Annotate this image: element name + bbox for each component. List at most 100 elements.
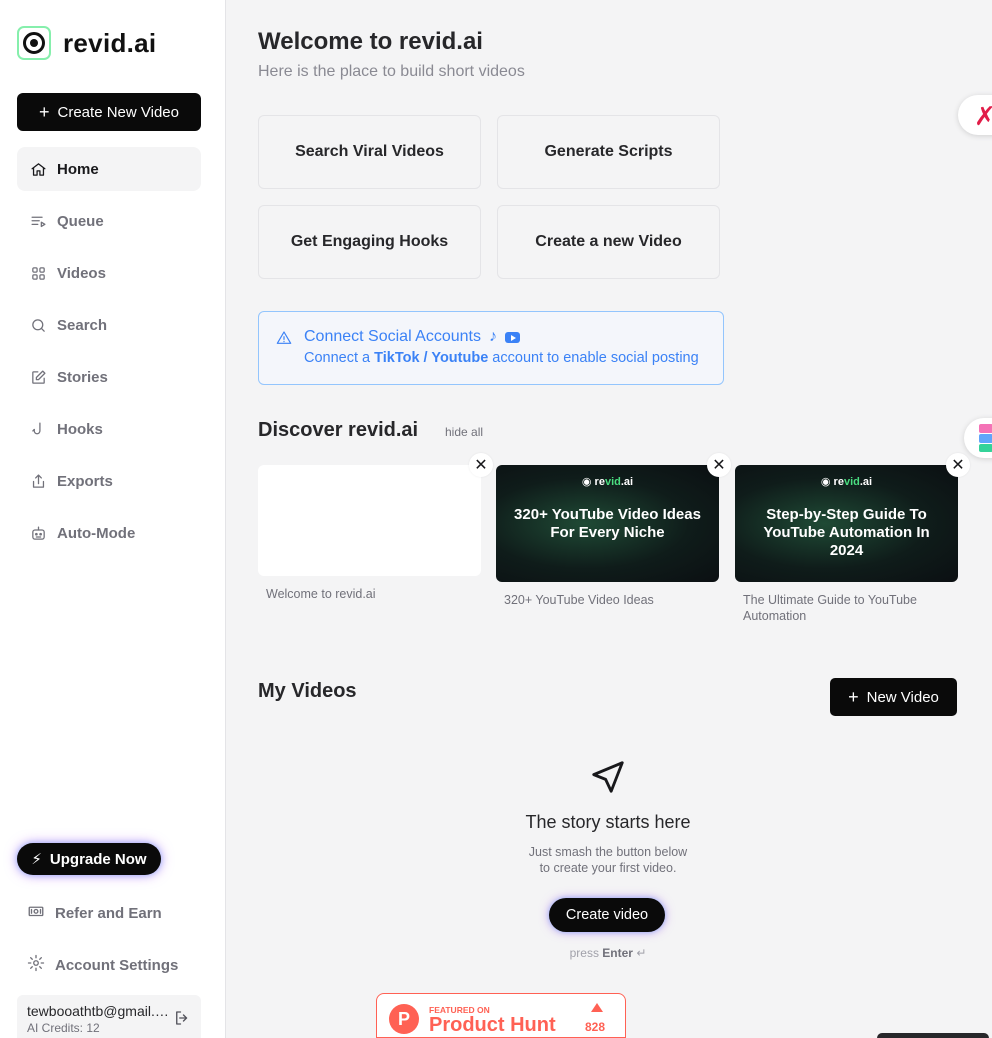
- create-video-button[interactable]: Create video: [549, 898, 665, 932]
- thumbnail-text: 320+ YouTube Video Ideas For Every Niche: [514, 506, 701, 541]
- upvote-count: 828: [585, 1020, 606, 1034]
- thumb-logo-b: vid: [604, 476, 621, 488]
- discover-thumbnail: [258, 465, 481, 576]
- enter-key-label: Enter: [602, 946, 633, 960]
- create-new-video-button[interactable]: + Create New Video: [17, 93, 201, 131]
- thumb-logo-a: re: [833, 476, 844, 488]
- sidebar-item-exports[interactable]: Exports: [17, 459, 201, 503]
- thumbnail-logo: ◉ revid.ai: [820, 476, 873, 488]
- sidebar-item-hooks[interactable]: Hooks: [17, 407, 201, 451]
- thumb-logo-c: .ai: [620, 476, 634, 488]
- sidebar-item-label: Auto-Mode: [57, 524, 136, 542]
- robot-icon: [29, 524, 47, 542]
- refer-label: Refer and Earn: [55, 904, 162, 922]
- discover-card[interactable]: ◉ revid.ai 320+ YouTube Video Ideas For …: [496, 453, 731, 608]
- product-hunt-logo-icon: P: [389, 1004, 419, 1034]
- get-engaging-hooks-card[interactable]: Get Engaging Hooks: [258, 205, 481, 279]
- sidebar-item-auto-mode[interactable]: Auto-Mode: [17, 511, 201, 555]
- share-icon: [29, 472, 47, 490]
- logo[interactable]: revid.ai: [17, 26, 156, 60]
- keyboard-hint: press Enter ↵: [467, 946, 749, 960]
- discover-card[interactable]: Welcome to revid.ai ✕: [258, 453, 493, 602]
- grid-icon: [29, 264, 47, 282]
- discover-label: Welcome to revid.ai: [266, 587, 376, 601]
- create-new-video-label: Create New Video: [57, 103, 179, 121]
- thumbnail-text: Step-by-Step Guide To YouTube Automation…: [763, 506, 930, 559]
- sidebar-item-label: Videos: [57, 264, 106, 282]
- sidebar-item-search[interactable]: Search: [17, 303, 201, 347]
- close-icon[interactable]: ✕: [707, 453, 731, 477]
- search-icon: [29, 316, 47, 334]
- navigation-arrow-icon: [589, 758, 627, 796]
- floating-bottom-widget[interactable]: [877, 1033, 989, 1038]
- close-icon[interactable]: ✕: [469, 453, 493, 477]
- generate-scripts-card[interactable]: Generate Scripts: [497, 115, 720, 189]
- new-video-button[interactable]: + New Video: [830, 678, 957, 716]
- ph-name: Product Hunt: [429, 1014, 556, 1036]
- empty-state-title: The story starts here: [525, 812, 691, 832]
- thumbnail-logo: ◉ revid.ai: [581, 476, 634, 488]
- sidebar-item-stories[interactable]: Stories: [17, 355, 201, 399]
- my-videos-title: My Videos: [258, 680, 357, 702]
- close-icon[interactable]: ✕: [946, 453, 970, 477]
- money-icon: [27, 902, 45, 924]
- x-mark-icon: ✗: [974, 101, 992, 131]
- hide-all-link[interactable]: hide all: [445, 425, 483, 439]
- sidebar-item-queue[interactable]: Queue: [17, 199, 201, 243]
- app-widget-icon: [979, 424, 992, 433]
- discover-card[interactable]: ◉ revid.ai Step-by-Step Guide To YouTube…: [735, 453, 970, 624]
- connect-desc-suffix: account to enable social posting: [488, 350, 699, 366]
- account-card[interactable]: tewbooathtb@gmail.com AI Credits: 12: [17, 995, 201, 1038]
- sidebar-item-label: Hooks: [57, 420, 103, 438]
- sidebar-item-videos[interactable]: Videos: [17, 251, 201, 295]
- thumb-logo-b: vid: [843, 476, 860, 488]
- connect-title-text: Connect Social Accounts: [304, 328, 481, 345]
- connect-desc-bold: TikTok / Youtube: [374, 350, 489, 366]
- search-viral-videos-card[interactable]: Search Viral Videos: [258, 115, 481, 189]
- sidebar: revid.ai + Create New Video Home Queue V…: [0, 0, 226, 1038]
- queue-icon: [29, 212, 47, 230]
- connect-desc-prefix: Connect a: [304, 350, 375, 366]
- account-settings-link[interactable]: Account Settings: [17, 945, 201, 985]
- connect-description: Connect a TikTok / Youtube account to en…: [304, 350, 699, 366]
- product-hunt-badge[interactable]: P FEATURED ON Product Hunt 828: [376, 993, 626, 1038]
- logo-text: revid.ai: [63, 27, 157, 58]
- plus-icon: +: [39, 102, 50, 122]
- home-icon: [29, 160, 47, 178]
- thumb-logo-a: re: [594, 476, 605, 488]
- empty-state-description: Just smash the button below to create yo…: [467, 844, 749, 876]
- thumb-logo-c: .ai: [859, 476, 873, 488]
- page-subtitle: Here is the place to build short videos: [258, 63, 525, 80]
- connect-social-accounts-banner[interactable]: Connect Social Accounts ♪ Connect a TikT…: [258, 311, 724, 385]
- sidebar-item-home[interactable]: Home: [17, 147, 201, 191]
- refer-and-earn-link[interactable]: Refer and Earn: [17, 893, 201, 933]
- new-video-label: New Video: [866, 688, 939, 706]
- upgrade-now-button[interactable]: ⚡ Upgrade Now: [17, 843, 161, 875]
- sidebar-item-label: Home: [57, 160, 99, 178]
- logo-eye-icon: [17, 26, 51, 60]
- floating-app-widget[interactable]: [964, 418, 992, 458]
- youtube-icon: [505, 331, 520, 343]
- settings-label: Account Settings: [55, 956, 179, 974]
- ai-credits: AI Credits: 12: [27, 1021, 100, 1035]
- sidebar-nav: Home Queue Videos Search Stories Hooks E…: [17, 147, 201, 563]
- sidebar-item-label: Queue: [57, 212, 104, 230]
- sidebar-item-label: Exports: [57, 472, 113, 490]
- edit-icon: [29, 368, 47, 386]
- gear-icon: [27, 954, 45, 976]
- empty-desc-line-2: to create your first video.: [539, 861, 677, 875]
- page-title: Welcome to revid.ai: [258, 28, 483, 55]
- sidebar-item-label: Stories: [57, 368, 108, 386]
- discover-title: Discover revid.ai: [258, 419, 419, 441]
- discover-label: The Ultimate Guide to YouTube Automation: [743, 593, 917, 623]
- logout-icon[interactable]: [173, 1009, 191, 1027]
- press-prefix: press: [569, 946, 599, 960]
- create-new-video-card[interactable]: Create a new Video: [497, 205, 720, 279]
- account-email: tewbooathtb@gmail.com: [27, 1003, 172, 1019]
- hook-icon: [29, 420, 47, 438]
- discover-thumbnail: ◉ revid.ai 320+ YouTube Video Ideas For …: [496, 465, 719, 582]
- plus-icon: +: [848, 687, 859, 707]
- discover-thumbnail: ◉ revid.ai Step-by-Step Guide To YouTube…: [735, 465, 958, 582]
- floating-close-widget[interactable]: ✗: [958, 95, 992, 135]
- warning-icon: [276, 330, 292, 346]
